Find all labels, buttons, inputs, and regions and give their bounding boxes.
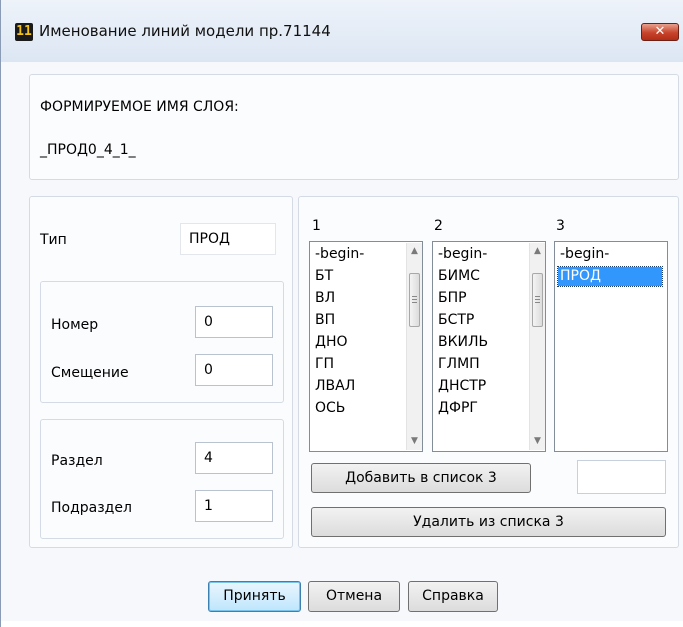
number-label: Номер (51, 317, 99, 333)
scroll-thumb[interactable] (532, 273, 543, 327)
scroll-down-icon[interactable]: ▼ (407, 433, 422, 449)
list-item[interactable]: ЛВАЛ (313, 377, 357, 396)
list-item[interactable]: БТ (313, 267, 335, 286)
subsection-field[interactable]: 1 (195, 490, 273, 522)
list-item[interactable]: ВП (313, 311, 337, 330)
type-label: Тип (40, 232, 67, 248)
list-item[interactable]: ВЛ (313, 289, 337, 308)
scroll-up-icon[interactable]: ▲ (407, 243, 422, 259)
number-group: Номер 0 Смещение 0 (40, 281, 284, 403)
section-group: Раздел 4 Подраздел 1 (40, 419, 284, 539)
layer-name-panel: ФОРМИРУЕМОЕ ИМЯ СЛОЯ: _ПРОД0_4_1_ (29, 74, 679, 180)
number-field[interactable]: 0 (195, 306, 273, 338)
list-item[interactable]: -begin- (558, 245, 611, 264)
list2-scrollbar[interactable]: ▲ ▼ (529, 243, 545, 450)
list1-header: 1 (312, 218, 321, 234)
list-item[interactable] (313, 421, 317, 440)
list-item[interactable]: ОСЬ (313, 399, 347, 418)
close-button[interactable]: ✕ (641, 23, 679, 41)
list1-scrollbar[interactable]: ▲ ▼ (406, 243, 422, 450)
dialog-window: 11 Именование линий модели пр.71144 ✕ ФО… (0, 0, 683, 627)
list-item[interactable]: ДНО (313, 333, 349, 352)
offset-label: Смещение (51, 365, 129, 381)
title-bar[interactable]: 11 Именование линий модели пр.71144 ✕ (1, 0, 683, 62)
list-item[interactable]: ДФРГ (436, 399, 480, 418)
list-item[interactable]: ГЛМП (436, 355, 482, 374)
subsection-label: Подраздел (51, 500, 132, 516)
list-item[interactable]: ВКИЛЬ (436, 333, 490, 352)
list-item[interactable]: -begin- (436, 245, 489, 264)
list-item[interactable]: ДНСТР (436, 377, 488, 396)
list-item[interactable]: -begin- (313, 245, 366, 264)
list-item[interactable]: ГП (313, 355, 336, 374)
close-icon: ✕ (654, 24, 666, 39)
list2[interactable]: -begin- БИМС БПР БСТР ВКИЛЬ ГЛМП ДНСТР Д… (432, 241, 546, 452)
list3-header: 3 (556, 218, 565, 234)
accept-button[interactable]: Принять (208, 581, 301, 612)
app-icon: 11 (15, 23, 33, 41)
cancel-button[interactable]: Отмена (308, 581, 400, 612)
section-field[interactable]: 4 (195, 442, 273, 474)
scroll-down-icon[interactable]: ▼ (530, 433, 545, 449)
scroll-thumb[interactable] (409, 273, 420, 327)
lists-panel: 1 2 3 -begin- БТ ВЛ ВП ДНО ГП ЛВАЛ ОСЬ ▲… (298, 196, 679, 548)
section-label: Раздел (51, 453, 103, 469)
layer-name-value: _ПРОД0_4_1_ (40, 142, 136, 158)
list1[interactable]: -begin- БТ ВЛ ВП ДНО ГП ЛВАЛ ОСЬ ▲ ▼ (309, 241, 423, 452)
add-to-list3-button[interactable]: Добавить в список 3 (311, 463, 531, 493)
bottom-edge (1, 621, 683, 627)
type-field[interactable]: ПРОД (180, 223, 276, 255)
remove-from-list3-button[interactable]: Удалить из списка 3 (311, 507, 666, 537)
list2-header: 2 (434, 218, 443, 234)
list3[interactable]: -begin- ПРОД (554, 241, 668, 452)
list-item[interactable]: БСТР (436, 311, 476, 330)
help-button[interactable]: Справка (408, 581, 498, 612)
params-panel: Тип ПРОД Номер 0 Смещение 0 Раздел 4 Под… (29, 196, 293, 548)
window-title: Именование линий модели пр.71144 (39, 22, 331, 40)
scroll-up-icon[interactable]: ▲ (530, 243, 545, 259)
list-item-selected[interactable]: ПРОД (557, 266, 663, 287)
list3-input[interactable] (577, 460, 666, 494)
layer-name-heading: ФОРМИРУЕМОЕ ИМЯ СЛОЯ: (40, 99, 239, 115)
offset-field[interactable]: 0 (195, 354, 273, 386)
list-item[interactable]: БПР (436, 289, 469, 308)
list-item[interactable]: БИМС (436, 267, 482, 286)
